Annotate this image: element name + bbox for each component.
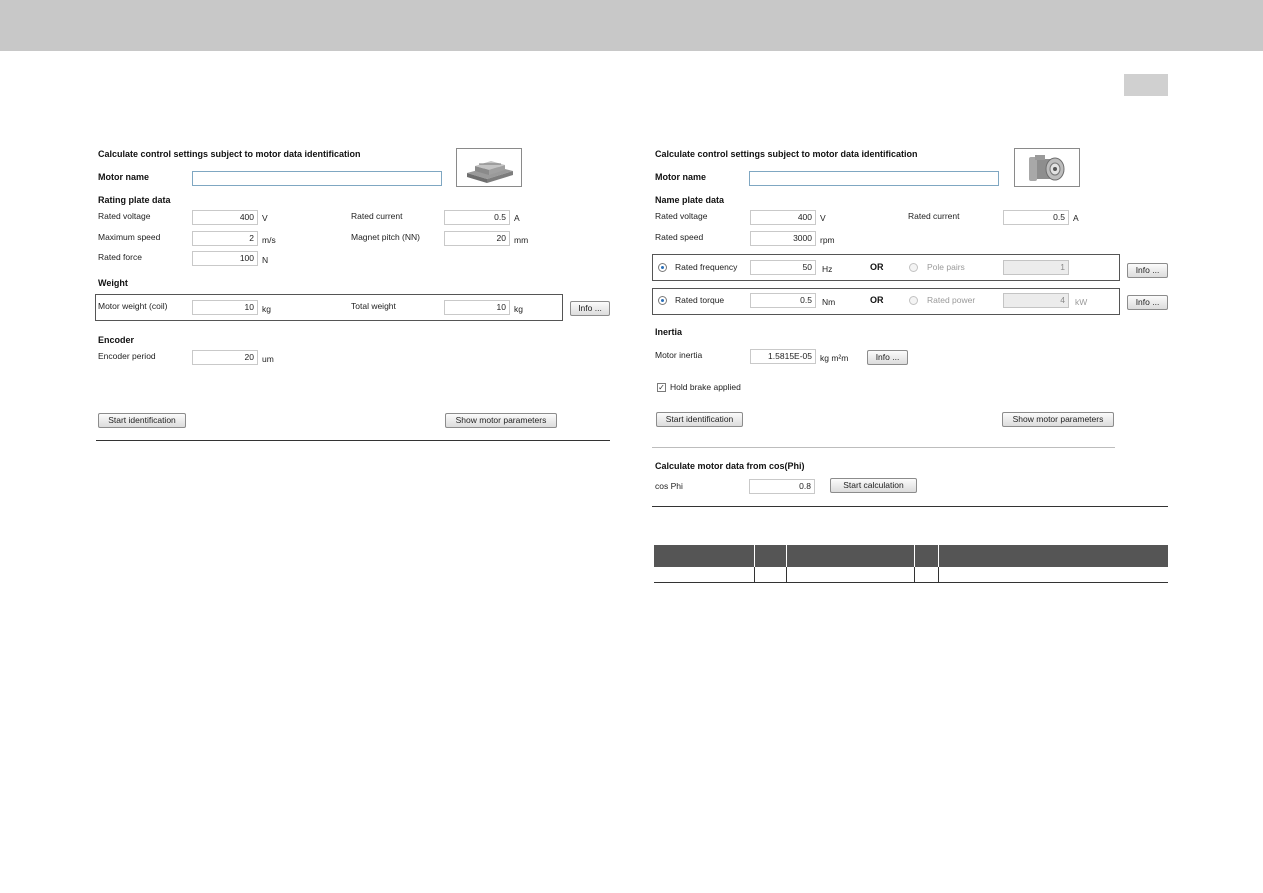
rated-frequency-radio[interactable] (658, 263, 667, 272)
table-row-sep-2 (786, 567, 787, 582)
left-encoder-period-unit: um (262, 354, 274, 364)
motor-inertia-unit: kg m²m (820, 353, 849, 363)
left-rating-title: Rating plate data (98, 195, 171, 205)
right-rated-voltage-unit: V (820, 213, 826, 223)
right-rated-voltage-input[interactable]: 400 (750, 210, 816, 225)
top-banner (0, 0, 1263, 51)
frequency-or-label: OR (870, 262, 884, 272)
frequency-info-button[interactable]: Info ... (1127, 263, 1168, 278)
right-motor-name-input[interactable] (749, 171, 999, 186)
table-header-sep-1 (754, 545, 755, 567)
left-motor-weight-label: Motor weight (coil) (98, 301, 168, 311)
cosphi-input[interactable]: 0.8 (749, 479, 815, 494)
left-show-parameters-button[interactable]: Show motor parameters (445, 413, 557, 428)
right-rated-speed-input[interactable]: 3000 (750, 231, 816, 246)
rated-frequency-label: Rated frequency (675, 262, 738, 272)
table-header-sep-2 (786, 545, 787, 567)
torque-or-label: OR (870, 295, 884, 305)
page-tab-marker (1124, 74, 1168, 96)
left-rated-current-input[interactable]: 0.5 (444, 210, 510, 225)
pole-pairs-radio[interactable] (909, 263, 918, 272)
pole-pairs-label: Pole pairs (927, 262, 965, 272)
hold-brake-label: Hold brake applied (670, 382, 741, 392)
right-nameplate-title: Name plate data (655, 195, 725, 205)
left-rated-voltage-input[interactable]: 400 (192, 210, 258, 225)
rated-frequency-unit: Hz (822, 264, 833, 274)
table-header (654, 545, 1168, 567)
left-rated-force-label: Rated force (98, 252, 142, 262)
table-row-sep-4 (938, 567, 939, 582)
left-start-identification-button[interactable]: Start identification (98, 413, 186, 428)
left-encoder-period-input[interactable]: 20 (192, 350, 258, 365)
right-rated-voltage-label: Rated voltage (655, 211, 708, 221)
hold-brake-checkbox[interactable]: ✓ (657, 383, 666, 392)
left-rated-force-unit: N (262, 255, 269, 265)
left-motor-weight-unit: kg (262, 304, 271, 314)
right-show-parameters-button[interactable]: Show motor parameters (1002, 412, 1114, 427)
left-magnet-pitch-label: Magnet pitch (NN) (351, 232, 420, 242)
right-start-identification-button[interactable]: Start identification (656, 412, 743, 427)
rated-torque-label: Rated torque (675, 295, 725, 305)
linear-motor-icon (467, 161, 513, 183)
left-total-weight-label: Total weight (351, 301, 396, 311)
rated-power-radio[interactable] (909, 296, 918, 305)
rotary-motor-icon (1029, 155, 1065, 181)
right-rated-speed-unit: rpm (820, 235, 835, 245)
checkmark-icon: ✓ (658, 383, 665, 392)
rated-torque-radio[interactable] (658, 296, 667, 305)
torque-info-button[interactable]: Info ... (1127, 295, 1168, 310)
left-magnet-pitch-input[interactable]: 20 (444, 231, 510, 246)
right-divider (652, 506, 1168, 507)
cosphi-label: cos Phi (655, 481, 683, 491)
right-rated-current-label: Rated current (908, 211, 960, 221)
left-total-weight-unit: kg (514, 304, 523, 314)
left-rated-force-input[interactable]: 100 (192, 251, 258, 266)
rated-power-input[interactable]: 4 (1003, 293, 1069, 308)
table-header-sep-3 (914, 545, 915, 567)
left-weight-info-button[interactable]: Info ... (570, 301, 610, 316)
right-separator (652, 447, 1115, 448)
table-row-sep-1 (754, 567, 755, 582)
left-rated-current-unit: A (514, 213, 520, 223)
left-max-speed-input[interactable]: 2 (192, 231, 258, 246)
rated-frequency-input[interactable]: 50 (750, 260, 816, 275)
right-rated-current-input[interactable]: 0.5 (1003, 210, 1069, 225)
start-calculation-button[interactable]: Start calculation (830, 478, 917, 493)
left-motor-image (456, 148, 522, 187)
right-motor-image (1014, 148, 1080, 187)
right-rated-speed-label: Rated speed (655, 232, 704, 242)
right-motor-name-label: Motor name (655, 172, 707, 182)
left-encoder-title: Encoder (98, 335, 135, 345)
pole-pairs-input[interactable]: 1 (1003, 260, 1069, 275)
table-row (654, 582, 1168, 583)
left-max-speed-label: Maximum speed (98, 232, 161, 242)
right-rated-current-unit: A (1073, 213, 1079, 223)
left-rated-voltage-unit: V (262, 213, 268, 223)
left-magnet-pitch-unit: mm (514, 235, 529, 245)
left-rated-current-label: Rated current (351, 211, 403, 221)
left-motor-weight-input[interactable]: 10 (192, 300, 258, 315)
left-heading: Calculate control settings subject to mo… (98, 149, 361, 159)
motor-inertia-label: Motor inertia (655, 350, 703, 360)
left-max-speed-unit: m/s (262, 235, 276, 245)
table-header-sep-4 (938, 545, 939, 567)
left-encoder-period-label: Encoder period (98, 351, 156, 361)
left-motor-name-label: Motor name (98, 172, 150, 182)
motor-inertia-input[interactable]: 1.5815E-05 (750, 349, 816, 364)
left-divider (96, 440, 610, 441)
table-row-sep-3 (914, 567, 915, 582)
cosphi-title: Calculate motor data from cos(Phi) (655, 461, 805, 471)
left-motor-name-input[interactable] (192, 171, 442, 186)
left-weight-title: Weight (98, 278, 128, 288)
inertia-info-button[interactable]: Info ... (867, 350, 908, 365)
right-heading: Calculate control settings subject to mo… (655, 149, 918, 159)
inertia-title: Inertia (655, 327, 683, 337)
rated-torque-input[interactable]: 0.5 (750, 293, 816, 308)
left-total-weight-input[interactable]: 10 (444, 300, 510, 315)
left-rated-voltage-label: Rated voltage (98, 211, 151, 221)
rated-power-label: Rated power (927, 295, 976, 305)
rated-power-unit: kW (1075, 297, 1088, 307)
rated-torque-unit: Nm (822, 297, 836, 307)
